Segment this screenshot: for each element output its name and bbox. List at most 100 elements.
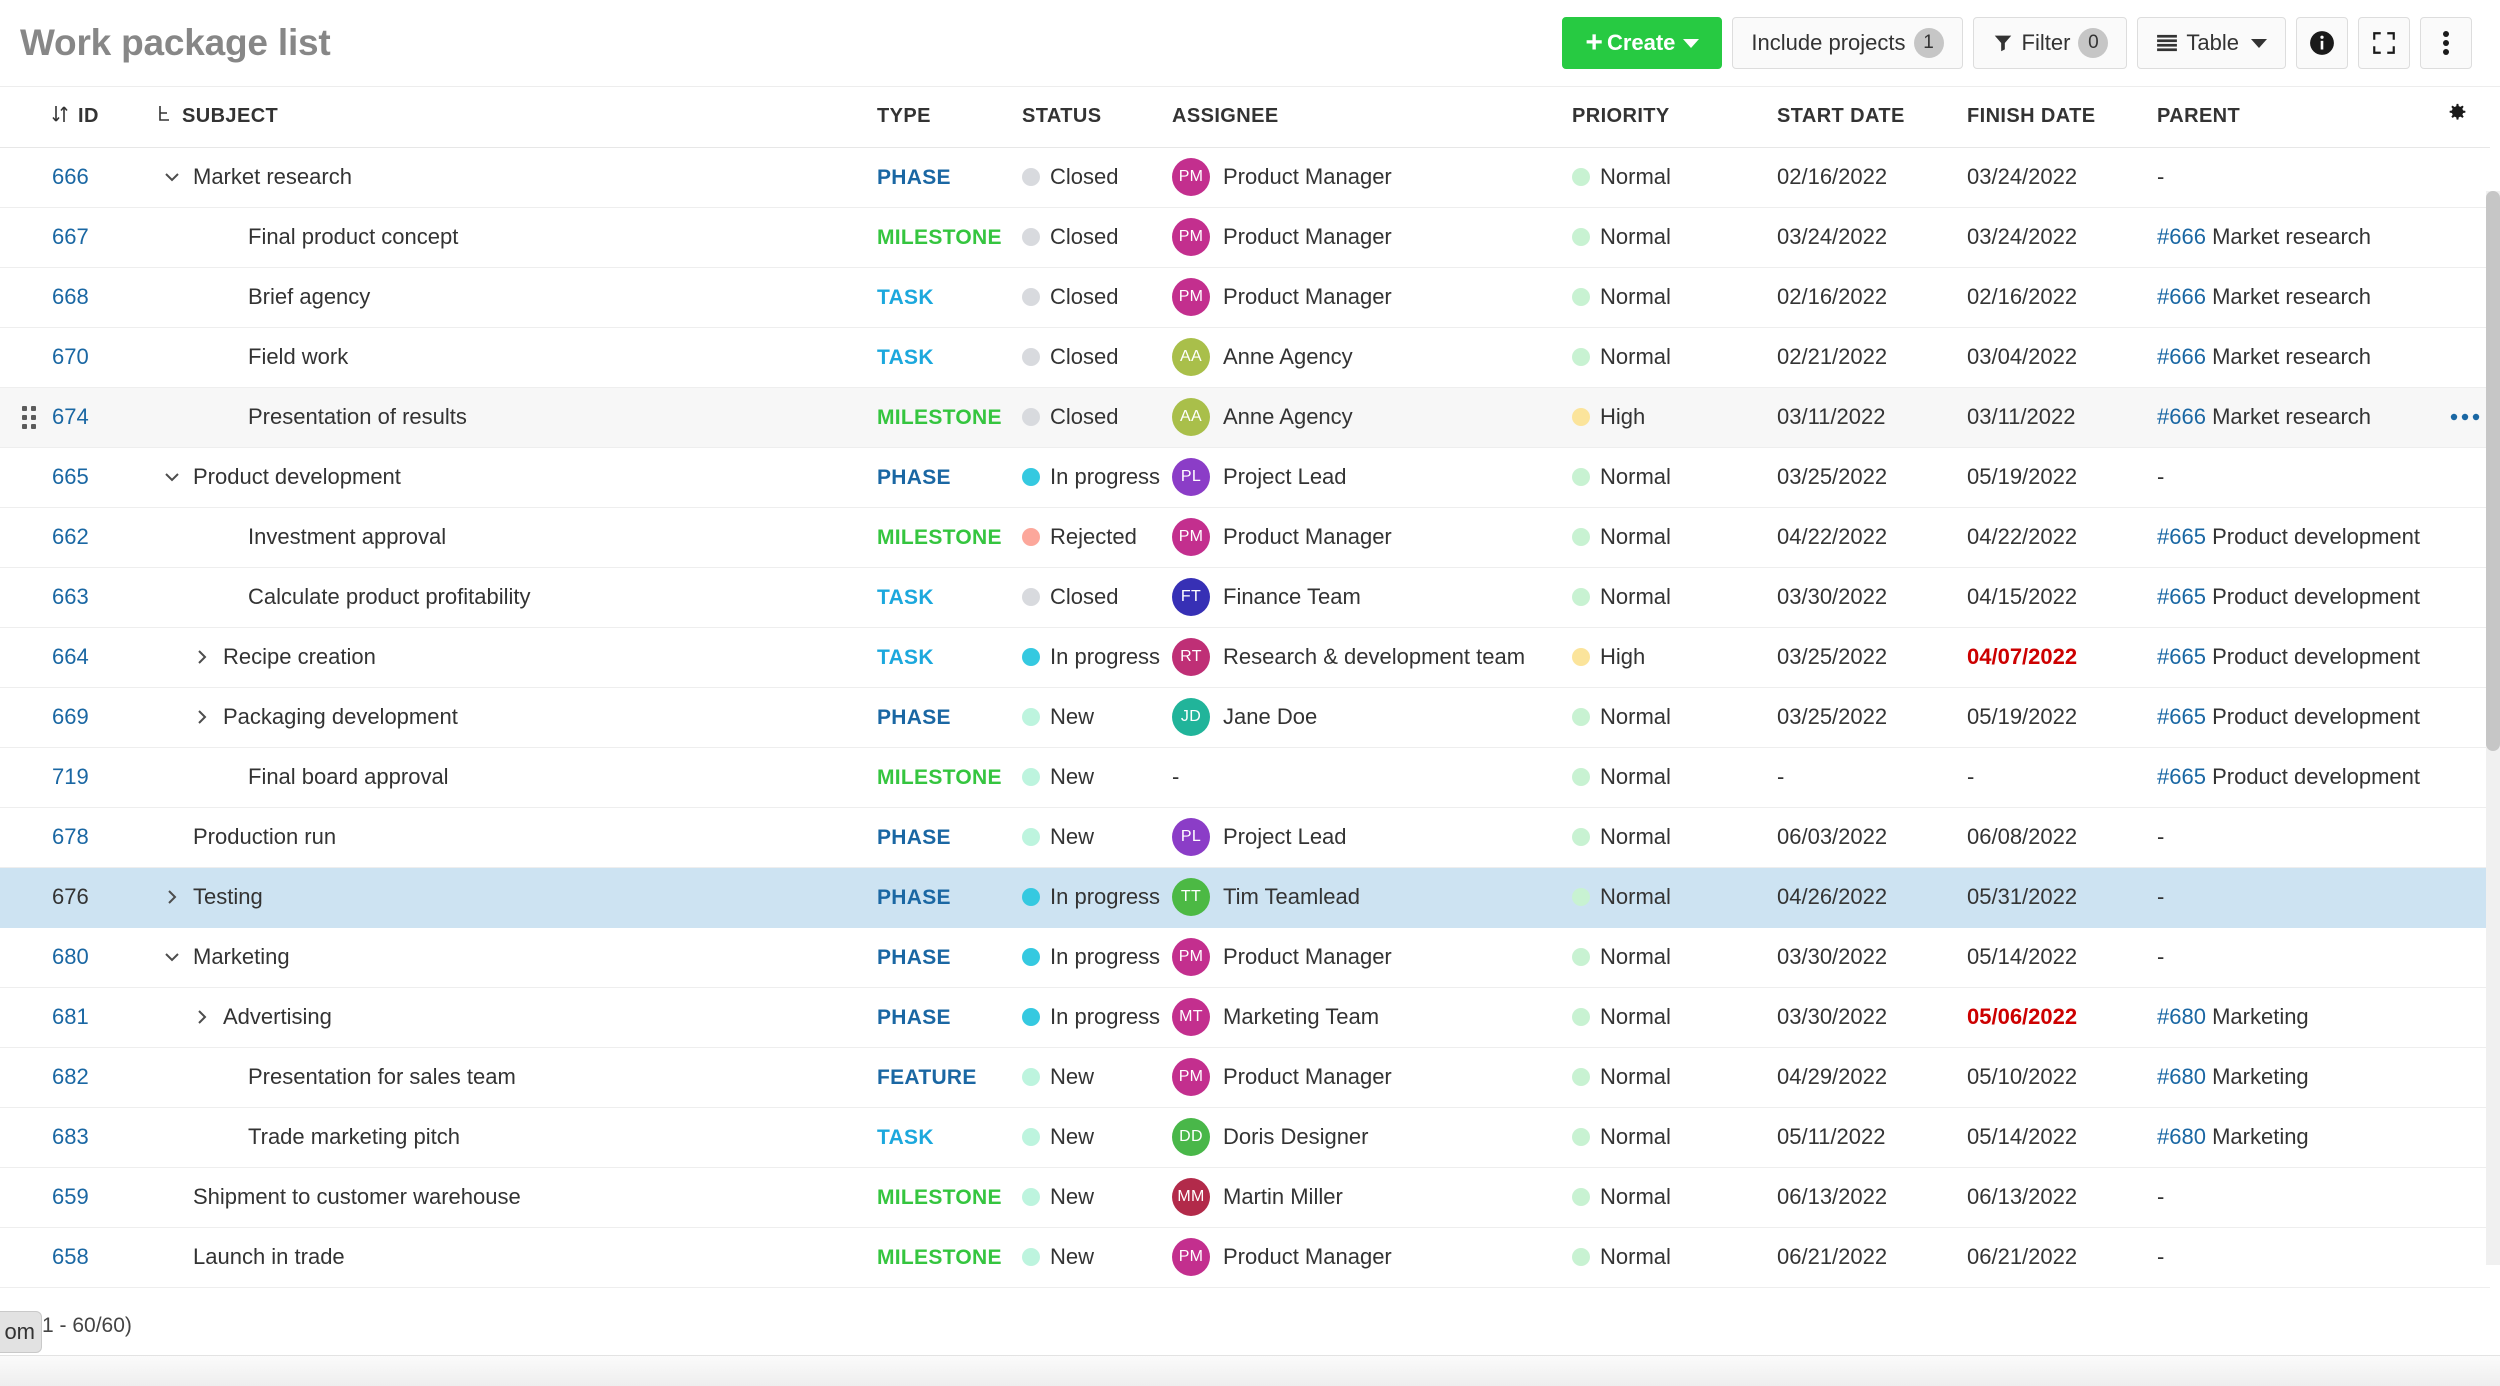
cell-subject[interactable]: Recipe creation [157,627,877,687]
horizontal-scrollbar[interactable]: om [0,1355,2500,1386]
cell-type[interactable]: TASK [877,567,1022,627]
cell-assignee[interactable]: PMProduct Manager [1172,147,1572,207]
cell-start-date[interactable]: 02/16/2022 [1777,267,1967,327]
cell-start-date[interactable]: 03/25/2022 [1777,627,1967,687]
include-projects-button[interactable]: Include projects 1 [1732,17,1962,69]
cell-parent[interactable]: #680 Marketing [2157,987,2447,1047]
cell-id[interactable]: 662 [52,507,157,567]
cell-finish-date[interactable]: 06/21/2022 [1967,1227,2157,1287]
cell-start-date[interactable]: 02/16/2022 [1777,147,1967,207]
cell-id[interactable]: 680 [52,927,157,987]
cell-parent[interactable]: #665 Product development [2157,507,2447,567]
cell-id[interactable]: 664 [52,627,157,687]
cell-subject[interactable]: Marketing [157,927,877,987]
cell-type[interactable]: MILESTONE [877,207,1022,267]
hierarchy-icon[interactable] [157,104,173,130]
cell-status[interactable]: New [1022,1167,1172,1227]
cell-parent[interactable]: #680 Marketing [2157,1107,2447,1167]
cell-start-date[interactable]: 06/13/2022 [1777,1167,1967,1227]
cell-id[interactable]: 674 [52,387,157,447]
cell-parent[interactable]: #666 Market research [2157,327,2447,387]
cell-status[interactable]: In progress [1022,447,1172,507]
cell-assignee[interactable]: PMProduct Manager [1172,1227,1572,1287]
cell-subject[interactable]: Packaging development [157,687,877,747]
cell-assignee[interactable]: PLProject Lead [1172,807,1572,867]
vertical-scrollbar[interactable] [2486,191,2500,1265]
cell-priority[interactable]: Normal [1572,447,1777,507]
cell-finish-date[interactable]: 03/24/2022 [1967,147,2157,207]
table-row[interactable]: 683Trade marketing pitchTASKNewDDDoris D… [0,1107,2490,1167]
cell-finish-date[interactable]: 05/06/2022 [1967,987,2157,1047]
cell-parent[interactable]: #665 Product development [2157,687,2447,747]
cell-finish-date[interactable]: 04/22/2022 [1967,507,2157,567]
table-row[interactable]: 719Final board approvalMILESTONENew-Norm… [0,747,2490,807]
cell-status[interactable]: In progress [1022,927,1172,987]
column-header-finish-date[interactable]: FINISH DATE [1967,87,2157,147]
cell-finish-date[interactable]: 05/14/2022 [1967,1107,2157,1167]
cell-priority[interactable]: Normal [1572,927,1777,987]
cell-status[interactable]: New [1022,1107,1172,1167]
cell-priority[interactable]: High [1572,627,1777,687]
cell-start-date[interactable]: 03/25/2022 [1777,447,1967,507]
cell-assignee[interactable]: PLProject Lead [1172,447,1572,507]
cell-id[interactable]: 683 [52,1107,157,1167]
cell-parent[interactable]: #666 Market research [2157,207,2447,267]
table-row[interactable]: 681AdvertisingPHASEIn progressMTMarketin… [0,987,2490,1047]
cell-status[interactable]: Closed [1022,147,1172,207]
cell-priority[interactable]: High [1572,387,1777,447]
parent-ref-link[interactable]: #680 [2157,1064,2206,1089]
cell-start-date[interactable]: 03/30/2022 [1777,567,1967,627]
cell-assignee[interactable]: MMMartin Miller [1172,1167,1572,1227]
cell-finish-date[interactable]: - [1967,747,2157,807]
cell-status[interactable]: Rejected [1022,507,1172,567]
table-row[interactable]: 665Product developmentPHASEIn progressPL… [0,447,2490,507]
cell-subject[interactable]: Shipment to customer warehouse [157,1167,877,1227]
filter-button[interactable]: Filter 0 [1973,17,2128,69]
cell-parent[interactable]: - [2157,1227,2447,1287]
cell-status[interactable]: New [1022,1047,1172,1107]
view-mode-button[interactable]: Table [2137,17,2286,69]
cell-priority[interactable]: Normal [1572,1167,1777,1227]
column-header-type[interactable]: TYPE [877,87,1022,147]
cell-finish-date[interactable]: 03/04/2022 [1967,327,2157,387]
cell-subject[interactable]: Field work [157,327,877,387]
cell-start-date[interactable]: 03/25/2022 [1777,687,1967,747]
cell-parent[interactable]: #665 Product development [2157,747,2447,807]
cell-start-date[interactable]: 03/30/2022 [1777,927,1967,987]
cell-assignee[interactable]: RTResearch & development team [1172,627,1572,687]
table-row[interactable]: 663Calculate product profitabilityTASKCl… [0,567,2490,627]
cell-finish-date[interactable]: 05/10/2022 [1967,1047,2157,1107]
cell-subject[interactable]: Market research [157,147,877,207]
cell-finish-date[interactable]: 06/08/2022 [1967,807,2157,867]
cell-type[interactable]: TASK [877,1107,1022,1167]
cell-parent[interactable]: - [2157,447,2447,507]
cell-assignee[interactable]: PMProduct Manager [1172,507,1572,567]
cell-priority[interactable]: Normal [1572,807,1777,867]
cell-id[interactable]: 666 [52,147,157,207]
more-options-button[interactable] [2420,17,2472,69]
cell-id[interactable]: 669 [52,687,157,747]
cell-priority[interactable]: Normal [1572,1047,1777,1107]
cell-start-date[interactable]: - [1777,747,1967,807]
cell-type[interactable]: PHASE [877,807,1022,867]
cell-subject[interactable]: Testing [157,867,877,927]
cell-assignee[interactable]: PMProduct Manager [1172,267,1572,327]
cell-parent[interactable]: - [2157,807,2447,867]
table-row[interactable]: 658Launch in tradeMILESTONENewPMProduct … [0,1227,2490,1287]
cell-id[interactable]: 665 [52,447,157,507]
expand-toggle-icon[interactable] [157,887,187,907]
cell-type[interactable]: PHASE [877,447,1022,507]
cell-finish-date[interactable]: 03/11/2022 [1967,387,2157,447]
cell-parent[interactable]: - [2157,927,2447,987]
expand-toggle-icon[interactable] [187,647,217,667]
cell-subject[interactable]: Brief agency [157,267,877,327]
cell-start-date[interactable]: 03/11/2022 [1777,387,1967,447]
cell-subject[interactable]: Advertising [157,987,877,1047]
cell-assignee[interactable]: PMProduct Manager [1172,927,1572,987]
fullscreen-button[interactable] [2358,17,2410,69]
cell-id[interactable]: 658 [52,1227,157,1287]
cell-type[interactable]: MILESTONE [877,1167,1022,1227]
table-row[interactable]: 669Packaging developmentPHASENewJDJane D… [0,687,2490,747]
cell-start-date[interactable]: 04/29/2022 [1777,1047,1967,1107]
parent-ref-link[interactable]: #665 [2157,764,2206,789]
